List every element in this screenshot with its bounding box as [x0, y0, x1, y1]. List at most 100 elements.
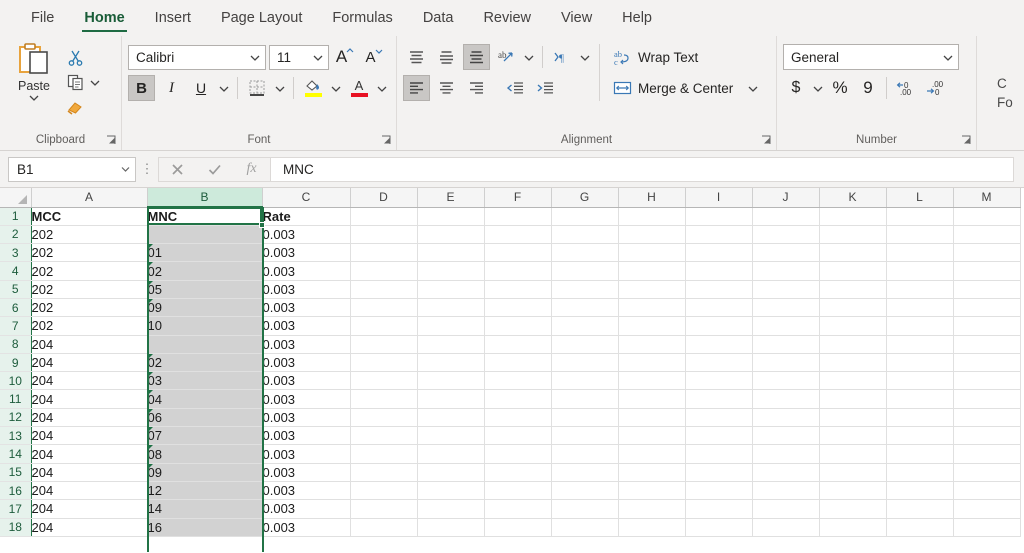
cell-G3[interactable]: [551, 243, 619, 263]
cell-K9[interactable]: [819, 353, 887, 373]
cell-F6[interactable]: [484, 298, 552, 318]
cell-E2[interactable]: [417, 225, 485, 245]
cell-L6[interactable]: [886, 298, 954, 318]
cell-D5[interactable]: [350, 280, 418, 299]
cell-L1[interactable]: [886, 207, 954, 226]
cell-J15[interactable]: [752, 463, 820, 482]
cell-J4[interactable]: [752, 261, 820, 281]
cell-J3[interactable]: [752, 243, 820, 263]
cell-I11[interactable]: [685, 389, 753, 409]
cell-J12[interactable]: [752, 408, 820, 428]
cell-A18[interactable]: 204: [31, 518, 148, 537]
cell-F2[interactable]: [484, 225, 552, 245]
fill-color-chevron-down-icon[interactable]: [329, 84, 343, 93]
cell-J11[interactable]: [752, 389, 820, 409]
cell-G7[interactable]: [551, 316, 619, 336]
column-header-F[interactable]: F: [484, 188, 552, 208]
cell-F15[interactable]: [484, 463, 552, 482]
cell-B18[interactable]: 16: [147, 518, 263, 537]
cell-B16[interactable]: 12: [147, 481, 263, 501]
cell-H16[interactable]: [618, 481, 686, 501]
cell-C12[interactable]: 0.003: [262, 408, 351, 428]
clipboard-dialog-launcher[interactable]: [105, 134, 119, 148]
cell-F16[interactable]: [484, 481, 552, 501]
cell-K4[interactable]: [819, 261, 887, 281]
cell-G18[interactable]: [551, 518, 619, 537]
cell-I2[interactable]: [685, 225, 753, 245]
cell-H13[interactable]: [618, 426, 686, 446]
text-direction-chevron-down-icon[interactable]: [578, 53, 592, 62]
cell-M1[interactable]: [953, 207, 1021, 226]
cell-M6[interactable]: [953, 298, 1021, 318]
cell-C1[interactable]: Rate: [262, 207, 351, 226]
font-color-chevron-down-icon[interactable]: [375, 84, 389, 93]
cell-G1[interactable]: [551, 207, 619, 226]
cell-M17[interactable]: [953, 499, 1021, 519]
cell-L15[interactable]: [886, 463, 954, 482]
cell-D13[interactable]: [350, 426, 418, 446]
decrease-indent-button[interactable]: [502, 75, 529, 101]
cell-B12[interactable]: 06: [147, 408, 263, 428]
cell-B5[interactable]: 05: [147, 280, 263, 299]
cell-K3[interactable]: [819, 243, 887, 263]
cell-B10[interactable]: 03: [147, 371, 263, 391]
cell-C10[interactable]: 0.003: [262, 371, 351, 391]
row-header-12[interactable]: 12: [0, 408, 32, 428]
cell-I8[interactable]: [685, 335, 753, 354]
ribbon-tab-help[interactable]: Help: [607, 0, 667, 36]
cell-L10[interactable]: [886, 371, 954, 391]
cell-F13[interactable]: [484, 426, 552, 446]
ribbon-tab-formulas[interactable]: Formulas: [317, 0, 407, 36]
cell-I3[interactable]: [685, 243, 753, 263]
cell-A12[interactable]: 204: [31, 408, 148, 428]
column-header-A[interactable]: A: [31, 188, 148, 208]
cell-B13[interactable]: 07: [147, 426, 263, 446]
cell-C6[interactable]: 0.003: [262, 298, 351, 318]
cell-J13[interactable]: [752, 426, 820, 446]
cell-D1[interactable]: [350, 207, 418, 226]
number-format-chevron-down-icon[interactable]: [942, 53, 954, 62]
cell-G9[interactable]: [551, 353, 619, 373]
cell-A14[interactable]: 204: [31, 444, 148, 464]
ribbon-tab-insert[interactable]: Insert: [140, 0, 206, 36]
row-header-3[interactable]: 3: [0, 243, 32, 263]
percent-format-button[interactable]: %: [827, 75, 853, 101]
cell-B3[interactable]: 01: [147, 243, 263, 263]
cell-M15[interactable]: [953, 463, 1021, 482]
cell-A11[interactable]: 204: [31, 389, 148, 409]
cell-H4[interactable]: [618, 261, 686, 281]
cell-M18[interactable]: [953, 518, 1021, 537]
copy-button[interactable]: [62, 70, 88, 94]
cell-J8[interactable]: [752, 335, 820, 354]
cell-C2[interactable]: 0.003: [262, 225, 351, 245]
cell-E12[interactable]: [417, 408, 485, 428]
row-header-6[interactable]: 6: [0, 298, 32, 318]
cell-M10[interactable]: [953, 371, 1021, 391]
cell-A10[interactable]: 204: [31, 371, 148, 391]
borders-chevron-down-icon[interactable]: [273, 84, 287, 93]
cell-B7[interactable]: 10: [147, 316, 263, 336]
cell-J5[interactable]: [752, 280, 820, 299]
cell-E11[interactable]: [417, 389, 485, 409]
cell-A16[interactable]: 204: [31, 481, 148, 501]
row-header-2[interactable]: 2: [0, 225, 32, 245]
cell-D17[interactable]: [350, 499, 418, 519]
cell-E15[interactable]: [417, 463, 485, 482]
font-name-combobox[interactable]: Calibri: [128, 44, 266, 70]
row-header-1[interactable]: 1: [0, 207, 32, 226]
cell-C17[interactable]: 0.003: [262, 499, 351, 519]
row-header-18[interactable]: 18: [0, 518, 32, 537]
underline-button[interactable]: U: [188, 75, 214, 101]
text-direction-button[interactable]: ¶: [549, 44, 575, 70]
align-bottom-button[interactable]: [463, 44, 490, 70]
cell-D3[interactable]: [350, 243, 418, 263]
cell-I18[interactable]: [685, 518, 753, 537]
cell-E14[interactable]: [417, 444, 485, 464]
cell-B9[interactable]: 02: [147, 353, 263, 373]
cell-M12[interactable]: [953, 408, 1021, 428]
cell-M7[interactable]: [953, 316, 1021, 336]
cut-button[interactable]: [62, 45, 88, 69]
cell-J16[interactable]: [752, 481, 820, 501]
cell-B14[interactable]: 08: [147, 444, 263, 464]
accounting-chevron-down-icon[interactable]: [811, 84, 825, 93]
